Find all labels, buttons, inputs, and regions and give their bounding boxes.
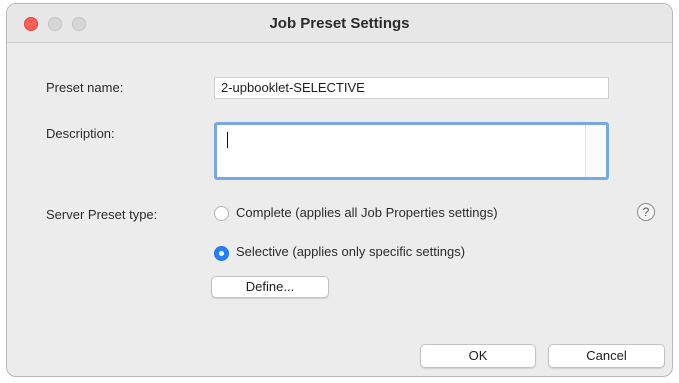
job-preset-settings-window: Job Preset Settings Preset name: 2-upboo… — [6, 3, 673, 377]
text-caret — [227, 132, 228, 148]
server-preset-type-label: Server Preset type: — [46, 207, 158, 222]
preset-name-label: Preset name: — [46, 80, 124, 95]
help-icon[interactable]: ? — [637, 203, 655, 221]
complete-radio-label[interactable]: Complete (applies all Job Properties set… — [236, 205, 498, 220]
description-scrollbar[interactable] — [585, 125, 606, 177]
selective-radio-label[interactable]: Selective (applies only specific setting… — [236, 244, 465, 259]
define-button[interactable]: Define... — [211, 276, 329, 298]
cancel-button[interactable]: Cancel — [548, 344, 665, 368]
description-textarea[interactable] — [214, 122, 609, 180]
preset-name-input[interactable]: 2-upbooklet-SELECTIVE — [214, 77, 609, 99]
description-label: Description: — [46, 126, 115, 141]
complete-radio[interactable] — [214, 206, 229, 221]
window-title: Job Preset Settings — [269, 15, 410, 32]
ok-button[interactable]: OK — [420, 344, 536, 368]
title-bar: Job Preset Settings — [7, 4, 672, 43]
selective-radio[interactable] — [214, 246, 229, 261]
